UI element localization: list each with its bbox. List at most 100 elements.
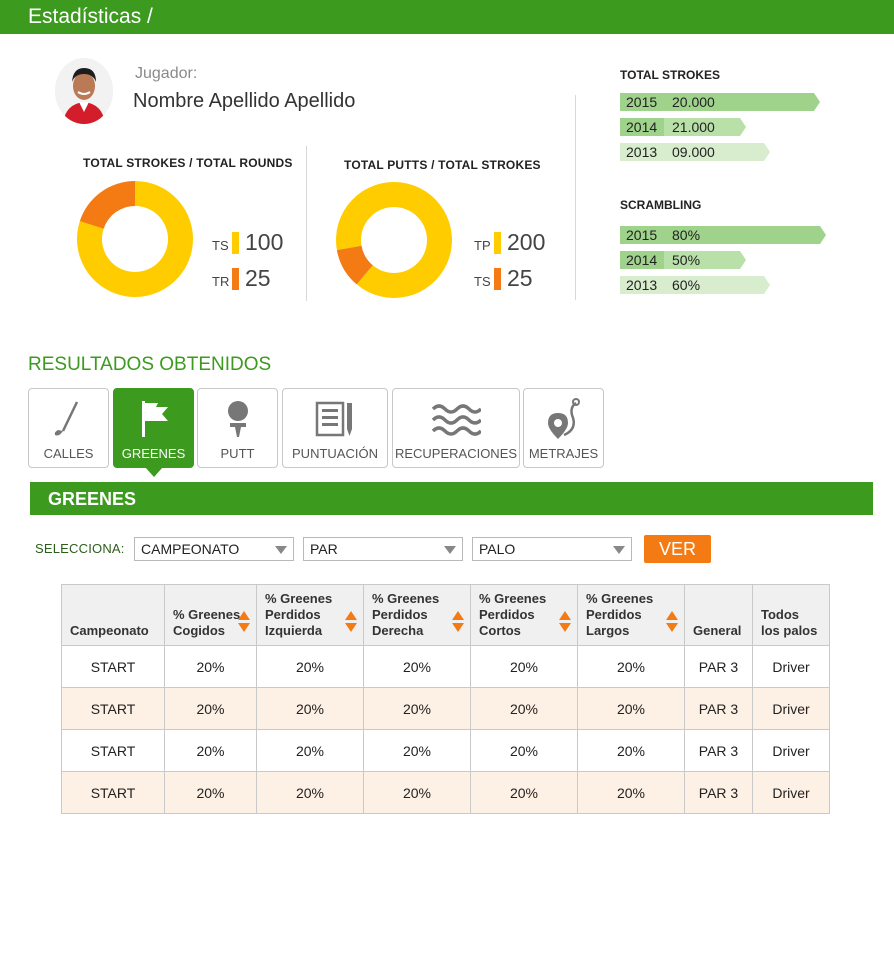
table-cell: START [61, 729, 165, 772]
table-cell: 20% [256, 771, 364, 814]
table-cell: 20% [256, 645, 364, 688]
bar-year: 2015 [620, 226, 664, 244]
par-select[interactable]: PAR [303, 537, 463, 561]
bar-value: 60% [664, 276, 770, 294]
campeonato-select[interactable]: CAMPEONATO [134, 537, 294, 561]
total-strokes-title: TOTAL STROKES [620, 68, 721, 82]
table-header-row: Campeonato% Greenes Cogidos% Greenes Perdi… [61, 584, 830, 646]
divider [306, 146, 307, 301]
location-pin-icon [547, 398, 580, 439]
bar-year: 2014 [620, 118, 664, 136]
ver-button[interactable]: VER [644, 535, 711, 563]
sort-arrows-icon[interactable] [452, 611, 464, 633]
bar-value: 21.000 [664, 118, 746, 136]
scrambling-bar-2015: 2015 80% [620, 226, 826, 244]
tab-label: PUNTUACIÓN [292, 446, 378, 461]
column-header-text: Largos [586, 623, 630, 638]
legend-value: 100 [245, 229, 284, 255]
donut-segments [336, 182, 452, 298]
table-cell: 20% [363, 771, 471, 814]
table-cell: 20% [577, 771, 685, 814]
column-header-text: % Greenes [173, 607, 241, 622]
scrambling-bar-2014: 2014 50% [620, 251, 746, 269]
legend-value: 25 [245, 265, 271, 291]
select-value: PALO [479, 541, 516, 557]
table-row: START 20% 20% 20% 20% 20% PAR 3 Driver [61, 645, 830, 688]
table-cell: 20% [363, 687, 471, 730]
table-cell: 20% [470, 687, 578, 730]
tab-recuperaciones[interactable]: RECUPERACIONES [392, 388, 520, 468]
sort-arrows-icon[interactable] [345, 611, 357, 633]
table-cell: 20% [470, 729, 578, 772]
section-bar-greenes: GREENES [30, 482, 873, 515]
column-header-text: Todos [761, 607, 800, 622]
bar-year: 2013 [620, 276, 664, 294]
scrambling-title: SCRAMBLING [620, 198, 702, 212]
sort-arrows-icon[interactable] [238, 611, 250, 633]
table-cell: PAR 3 [684, 687, 753, 730]
table-cell: START [61, 645, 165, 688]
tab-puntuacion[interactable]: PUNTUACIÓN [282, 388, 388, 468]
column-header[interactable]: % Greenes Perdidos Derecha [363, 584, 471, 646]
legend-value: 200 [507, 229, 546, 255]
donut-segments [77, 181, 193, 297]
legend-swatch [494, 267, 501, 290]
table-cell: 20% [470, 771, 578, 814]
table-cell: Driver [752, 771, 830, 814]
player-avatar [55, 58, 113, 124]
table-row: START 20% 20% 20% 20% 20% PAR 3 Driver [61, 771, 830, 814]
column-header-text: los palos [761, 623, 818, 638]
bar-value: 80% [664, 226, 826, 244]
tab-label: GREENES [121, 446, 186, 461]
divider [575, 95, 576, 300]
column-header-text: Campeonato [70, 623, 149, 638]
sort-arrows-icon[interactable] [559, 611, 571, 633]
bar-value: 20.000 [664, 93, 820, 111]
legend-row-tp: TP 200 [474, 229, 545, 256]
bar-value: 50% [664, 251, 746, 269]
page-title: Estadísticas / [28, 5, 153, 28]
column-header-text: % Greenes [479, 591, 547, 606]
column-header-text: Cortos [479, 623, 521, 638]
player-name: Nombre Apellido Apellido [133, 90, 356, 112]
column-header[interactable]: % Greenes Perdidos Izquierda [256, 584, 364, 646]
table-cell: 20% [164, 687, 257, 730]
palo-select[interactable]: PALO [472, 537, 632, 561]
column-header[interactable]: % Greenes Perdidos Largos [577, 584, 685, 646]
table-cell: 20% [470, 645, 578, 688]
legend-abbr: TS [212, 238, 229, 253]
player-avatar-image [55, 58, 113, 124]
legend-swatch [232, 231, 239, 254]
tab-putt[interactable]: PUTT [197, 388, 278, 468]
column-header-text: General [693, 623, 742, 638]
top-header-bar: Estadísticas / [0, 0, 894, 34]
column-header-text: Perdidos [265, 607, 321, 622]
bar-year: 2013 [620, 143, 664, 161]
table-cell: 20% [363, 645, 471, 688]
section-title: GREENES [48, 489, 137, 509]
column-header-text: Izquierda [265, 623, 323, 638]
tab-metrajes[interactable]: METRAJES [523, 388, 604, 468]
column-header-text: Perdidos [372, 607, 428, 622]
chart-title-putts-strokes: TOTAL PUTTS / TOTAL STROKES [344, 158, 541, 172]
table-cell: 20% [164, 729, 257, 772]
tab-calles[interactable]: CALLES [28, 388, 109, 468]
sort-arrows-icon[interactable] [666, 611, 678, 633]
table-cell: 20% [577, 645, 685, 688]
column-header[interactable]: % Greenes Perdidos Cortos [470, 584, 578, 646]
table-cell: START [61, 771, 165, 814]
flag-icon [141, 401, 168, 437]
table-cell: 20% [577, 687, 685, 730]
select-label: SELECCIONA: [35, 541, 125, 556]
tab-greenes[interactable]: GREENES [113, 388, 194, 477]
column-header[interactable]: % Greenes Cogidos [164, 584, 257, 646]
golf-club-icon [54, 401, 78, 436]
chart-title-strokes-rounds: TOTAL STROKES / TOTAL ROUNDS [83, 156, 293, 170]
tab-label: PUTT [220, 446, 255, 461]
chevron-down-icon [613, 546, 625, 554]
table-cell: START [61, 687, 165, 730]
table-body: START 20% 20% 20% 20% 20% PAR 3 Driver START 20% 2… [61, 645, 830, 814]
table-cell: Driver [752, 645, 830, 688]
column-header-text: Perdidos [479, 607, 535, 622]
table-cell: Driver [752, 687, 830, 730]
